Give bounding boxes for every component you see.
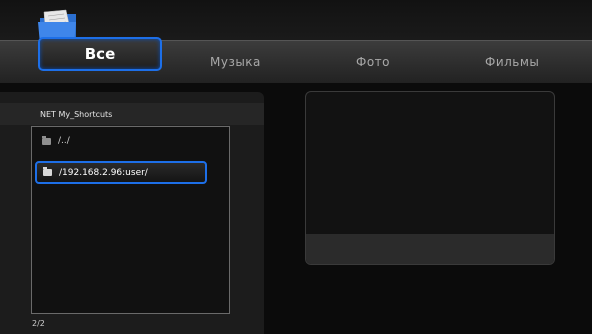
- list-item-label: /../: [58, 136, 70, 146]
- page-indicator: 2/2: [32, 319, 45, 328]
- folder-icon: [43, 167, 52, 176]
- tab-photo[interactable]: Фото: [356, 55, 390, 69]
- file-list[interactable]: [31, 126, 230, 314]
- list-item-selected[interactable]: /192.168.2.96:user/: [35, 161, 207, 184]
- list-item[interactable]: /../: [42, 135, 70, 146]
- preview-pane: [305, 91, 555, 265]
- tab-music[interactable]: Музыка: [210, 55, 261, 69]
- tab-movies[interactable]: Фильмы: [485, 55, 539, 69]
- list-item-label: /192.168.2.96:user/: [59, 167, 148, 178]
- tab-all[interactable]: Все: [38, 37, 162, 71]
- top-band: [0, 0, 592, 40]
- folder-icon: [42, 135, 51, 145]
- tab-all-label: Все: [84, 45, 116, 63]
- preview-info-bar: [306, 234, 554, 264]
- current-path: NET My_Shortcuts: [40, 110, 113, 119]
